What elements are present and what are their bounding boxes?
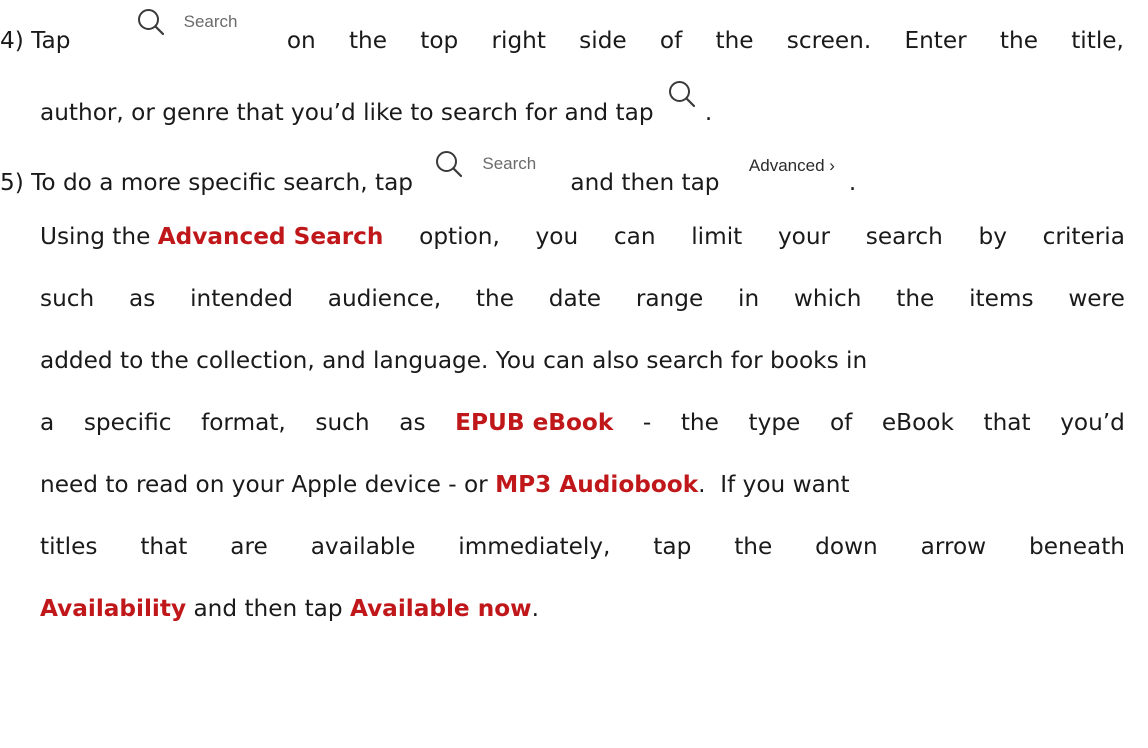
step5-word: that xyxy=(140,533,188,560)
step5-line7: titles that are available immediately, t… xyxy=(40,532,1125,562)
search-chip: Search xyxy=(104,9,254,48)
step5-word: you xyxy=(535,223,579,250)
step5-middle: and then tap xyxy=(570,169,720,196)
step5-word: option, xyxy=(419,223,500,250)
step5-word: were xyxy=(1068,285,1125,312)
step5-word: beneath xyxy=(1029,533,1125,560)
step5-word: date xyxy=(548,285,602,312)
step5-word: the xyxy=(680,409,719,436)
search-icon xyxy=(436,151,463,178)
step4-word: right xyxy=(491,27,546,54)
step5-word: down xyxy=(815,533,878,560)
step5-word: intended xyxy=(190,285,293,312)
step4-word: top xyxy=(420,27,459,54)
advanced-search-highlight: Advanced Search xyxy=(157,223,384,250)
step4-word: the xyxy=(999,27,1038,54)
step5-word: search xyxy=(865,223,943,250)
step5-word: the xyxy=(896,285,935,312)
step4-word: Enter xyxy=(904,27,967,54)
step5-line4: added to the collection, and language. Y… xyxy=(40,346,1125,376)
step5-word: that xyxy=(983,409,1031,436)
advanced-chip-label: Advanced › xyxy=(748,156,835,175)
step5-word: arrow xyxy=(920,533,987,560)
step5-line8-end: . xyxy=(531,595,539,622)
step4-line2-text: author, or genre that you’d like to sear… xyxy=(40,99,654,126)
step5-word: criteria xyxy=(1042,223,1125,250)
availability-highlight: Availability xyxy=(40,595,187,622)
step5-word: your xyxy=(777,223,831,250)
mp3-audiobook-highlight: MP3 Audiobook xyxy=(495,471,699,498)
step5-line4-text: added to the collection, and language. Y… xyxy=(40,347,868,374)
step5-word: as xyxy=(399,409,426,436)
step4-line2: author, or genre that you’d like to sear… xyxy=(40,81,1148,128)
step5-word: such xyxy=(40,285,95,312)
epub-ebook-highlight: EPUB eBook xyxy=(455,409,614,436)
step5-word: by xyxy=(978,223,1007,250)
step5-line2-lead: Using the Advanced Search xyxy=(40,222,383,252)
step5-line6-after: . If you want xyxy=(698,471,850,498)
step5-word: you’d xyxy=(1060,409,1125,436)
search-chip: Search xyxy=(420,151,570,190)
step5-word: the xyxy=(475,285,514,312)
search-chip-label: Search xyxy=(482,154,537,173)
step5-word: titles xyxy=(40,533,98,560)
step5-line2: Using the Advanced Search option, you ca… xyxy=(40,222,1125,252)
step4-line2-end: . xyxy=(704,99,713,126)
step5-word: as xyxy=(129,285,156,312)
step5-word: eBook xyxy=(881,409,954,436)
step5-word: items xyxy=(969,285,1034,312)
search-icon-inline xyxy=(661,81,705,120)
step5-word: limit xyxy=(691,223,743,250)
step4-prefix: 4) Tap xyxy=(0,27,71,54)
step4-word: title, xyxy=(1071,27,1124,54)
step4-word: the xyxy=(715,27,754,54)
step5-word: audience, xyxy=(327,285,442,312)
step5-word: can xyxy=(613,223,656,250)
step5-word: of xyxy=(829,409,853,436)
search-icon xyxy=(137,9,164,36)
step5-line1: 5) To do a more specific search, tap Sea… xyxy=(0,151,1124,198)
step5-word: such xyxy=(315,409,370,436)
search-chip-label: Search xyxy=(183,12,238,31)
step5-word: type xyxy=(748,409,801,436)
step4-word: of xyxy=(659,27,683,54)
step5-word: in xyxy=(738,285,760,312)
step5-word: range xyxy=(635,285,704,312)
step5-word: - xyxy=(642,409,652,436)
step5-line8-middle: and then tap xyxy=(186,595,350,622)
step4-word: the xyxy=(348,27,388,54)
step5-line8: Availability and then tap Available now. xyxy=(40,594,1125,624)
step5-line2-before: Using the xyxy=(40,223,151,250)
step5-word: tap xyxy=(653,533,692,560)
step5-line6: need to read on your Apple device - or M… xyxy=(40,470,1125,500)
step5-line6-before: need to read on your Apple device - or xyxy=(40,471,488,498)
step5-word: which xyxy=(793,285,862,312)
available-now-highlight: Available now xyxy=(349,595,532,622)
step5-word: immediately, xyxy=(458,533,611,560)
step5-word: specific xyxy=(83,409,172,436)
instructions-page: 4) Tap Search on the top right side of t… xyxy=(0,0,1148,748)
step5-line1-end: . xyxy=(848,169,857,196)
step5-word: available xyxy=(310,533,416,560)
step5-word: are xyxy=(230,533,268,560)
step5-word: format, xyxy=(201,409,286,436)
step4-line1: 4) Tap Search on the top right side of t… xyxy=(0,9,1124,56)
search-icon xyxy=(668,81,696,108)
step4-word: screen. xyxy=(786,27,872,54)
step5-word: the xyxy=(734,533,773,560)
step5-line5: a specific format, such as EPUB eBook - … xyxy=(40,408,1125,438)
step5-line3: such as intended audience, the date rang… xyxy=(40,284,1125,314)
step5-word: a xyxy=(40,409,55,436)
step4-word: side xyxy=(579,27,627,54)
step5-prefix: 5) To do a more specific search, tap xyxy=(0,169,414,196)
advanced-chip: Advanced › xyxy=(727,156,849,190)
step4-word: on xyxy=(286,27,316,54)
